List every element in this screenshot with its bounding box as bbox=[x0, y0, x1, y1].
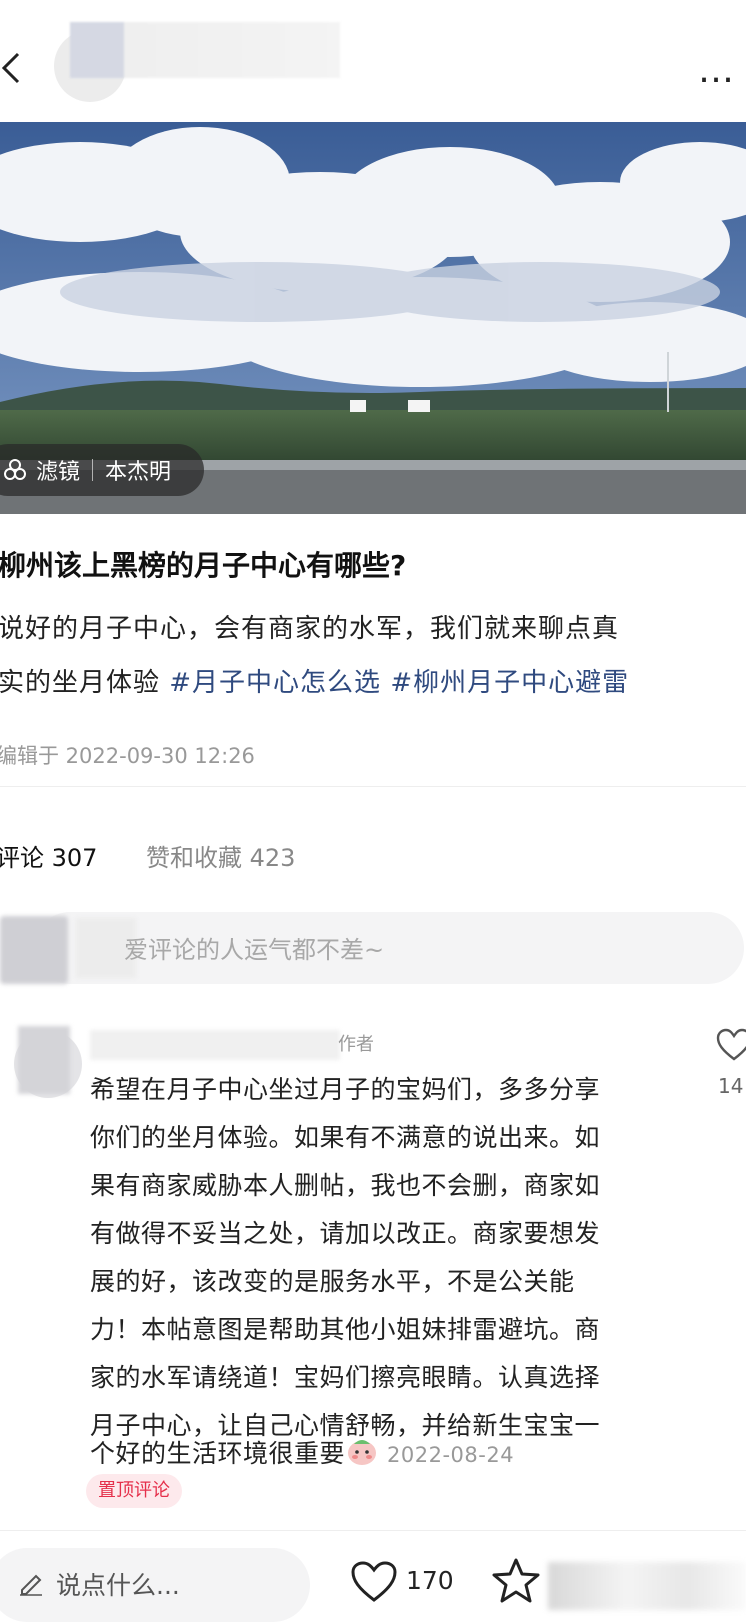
pen-icon bbox=[20, 1574, 42, 1596]
comment-last-line: 个好的生活环境很重要 2022-08-24 bbox=[90, 1434, 514, 1470]
bottom-input-placeholder[interactable]: 说点什么... bbox=[56, 1566, 180, 1602]
comment-line-6: 力！本帖意图是帮助其他小姐妹排雷避坑。商 bbox=[90, 1315, 601, 1344]
more-dots-icon[interactable]: … bbox=[698, 50, 736, 91]
back-chevron-icon[interactable] bbox=[0, 48, 40, 88]
divider bbox=[0, 786, 746, 787]
comment-line-4: 有做得不妥当之处，请加以改正。商家要想发 bbox=[90, 1219, 601, 1248]
divider bbox=[0, 1530, 746, 1531]
comment-line-5: 展的好，该改变的是服务水平，不是公关能 bbox=[90, 1267, 575, 1296]
comment-date: 2022-08-24 bbox=[387, 1443, 515, 1467]
commenter-avatar-redacted bbox=[18, 1026, 70, 1094]
comment-input-placeholder[interactable]: 爱评论的人运气都不差~ bbox=[124, 930, 384, 965]
filter-divider bbox=[92, 459, 94, 481]
post-body-text: 实的坐月体验 bbox=[0, 668, 170, 698]
comment-line-2: 你们的坐月体验。如果有不满意的说出来。如 bbox=[90, 1123, 601, 1152]
like-count: 170 bbox=[406, 1566, 454, 1595]
commenter-name-redacted[interactable] bbox=[90, 1030, 340, 1060]
comment-line-3: 果有商家威胁本人删帖，我也不会删，商家如 bbox=[90, 1171, 601, 1200]
comment-line-1: 希望在月子中心坐过月子的宝妈们，多多分享 bbox=[90, 1075, 601, 1104]
post-title: 柳州该上黑榜的月子中心有哪些? bbox=[0, 549, 407, 582]
tab-comments[interactable]: 评论 307 bbox=[0, 838, 97, 873]
pinned-comment-badge: 置顶评论 bbox=[86, 1474, 182, 1508]
collect-star-icon[interactable] bbox=[490, 1556, 542, 1606]
filter-tag[interactable]: 滤镜 本杰明 bbox=[0, 444, 204, 496]
comment-like-heart-icon[interactable] bbox=[716, 1028, 746, 1062]
author-name-redacted[interactable] bbox=[70, 22, 340, 78]
author-badge: 作者 bbox=[338, 1034, 374, 1055]
redacted-block bbox=[548, 1562, 746, 1610]
hashtag-liuzhou-avoid[interactable]: #柳州月子中心避雷 bbox=[390, 668, 629, 698]
filter-label: 滤镜 bbox=[36, 460, 81, 485]
filter-icon bbox=[4, 459, 26, 480]
post-body-line-2: 实的坐月体验 #月子中心怎么选 #柳州月子中心避雷 bbox=[0, 662, 629, 699]
like-heart-icon[interactable] bbox=[350, 1560, 398, 1604]
comment-like-count: 14 bbox=[718, 1074, 744, 1098]
blush-emoji-icon bbox=[348, 1440, 377, 1465]
comment-last-text: 个好的生活环境很重要 bbox=[90, 1439, 346, 1468]
tab-likes-collections[interactable]: 赞和收藏 423 bbox=[146, 838, 295, 873]
post-body-line-1: 说好的月子中心，会有商家的水军，我们就来聊点真 bbox=[0, 614, 620, 644]
my-avatar bbox=[0, 916, 68, 984]
comment-line-7: 家的水军请绕道！宝妈们擦亮眼睛。认真选择 bbox=[90, 1363, 601, 1392]
hashtag-yuezi-how-to-choose[interactable]: #月子中心怎么选 bbox=[169, 668, 381, 698]
filter-name: 本杰明 bbox=[105, 460, 172, 485]
edited-timestamp: 编辑于 2022-09-30 12:26 bbox=[0, 744, 255, 768]
